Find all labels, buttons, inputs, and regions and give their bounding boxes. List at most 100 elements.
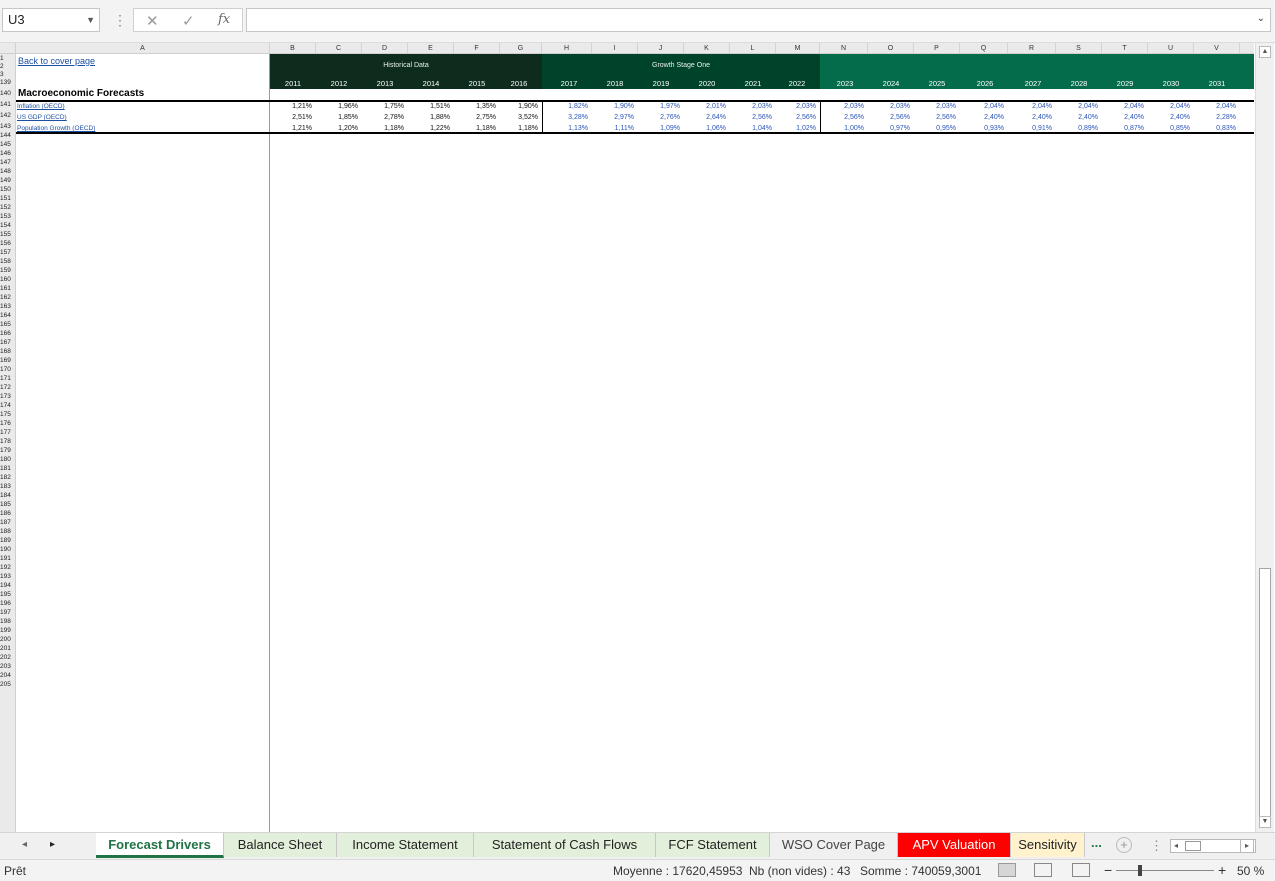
name-box[interactable]: U3 ▼ — [2, 8, 100, 32]
column-header-s[interactable]: S — [1056, 43, 1102, 53]
row-header[interactable]: 196 — [0, 599, 15, 608]
data-cell[interactable]: 0,95% — [916, 125, 956, 132]
column-header-a[interactable]: A — [16, 43, 270, 53]
row-header[interactable]: 157 — [0, 248, 15, 257]
row-header[interactable]: 168 — [0, 347, 15, 356]
data-cell[interactable]: 1,11% — [594, 125, 634, 132]
data-cell[interactable]: 2,04% — [1196, 103, 1236, 110]
column-header-j[interactable]: J — [638, 43, 684, 53]
row-header[interactable]: 159 — [0, 266, 15, 275]
data-cell[interactable]: 1,09% — [640, 125, 680, 132]
row-header[interactable]: 178 — [0, 437, 15, 446]
data-cell[interactable]: 1,82% — [548, 103, 588, 110]
cancel-icon[interactable]: ✕ — [146, 12, 159, 30]
row-header[interactable]: 186 — [0, 509, 15, 518]
row-header[interactable]: 171 — [0, 374, 15, 383]
data-cell[interactable]: 1,18% — [456, 125, 496, 132]
column-header-r[interactable]: R — [1008, 43, 1056, 53]
data-cell[interactable]: 1,75% — [364, 103, 404, 110]
sheet-tab-statement-of-cash-flows[interactable]: Statement of Cash Flows — [474, 833, 656, 857]
row-header[interactable]: 191 — [0, 554, 15, 563]
data-cell[interactable]: 1,06% — [686, 125, 726, 132]
column-header-k[interactable]: K — [684, 43, 730, 53]
column-header-b[interactable]: B — [270, 43, 316, 53]
data-cell[interactable]: 1,21% — [272, 103, 312, 110]
data-cell[interactable]: 2,04% — [964, 103, 1004, 110]
row-header[interactable]: 160 — [0, 275, 15, 284]
row-header[interactable]: 192 — [0, 563, 15, 572]
column-header-o[interactable]: O — [868, 43, 914, 53]
row-header[interactable]: 203 — [0, 662, 15, 671]
data-cell[interactable]: 1,88% — [410, 114, 450, 121]
column-header-q[interactable]: Q — [960, 43, 1008, 53]
row-header[interactable]: 201 — [0, 644, 15, 653]
data-cell[interactable]: 1,04% — [732, 125, 772, 132]
normal-view-icon[interactable] — [998, 863, 1016, 877]
zoom-out-button[interactable]: − — [1104, 862, 1112, 878]
add-sheet-icon[interactable]: + — [1116, 837, 1132, 853]
row-label-link[interactable]: US GDP (OECD) — [17, 114, 67, 121]
data-cell[interactable]: 1,20% — [318, 125, 358, 132]
row-header[interactable]: 153 — [0, 212, 15, 221]
data-cell[interactable]: 2,78% — [364, 114, 404, 121]
data-cell[interactable]: 0,91% — [1012, 125, 1052, 132]
more-tabs-button[interactable]: ... — [1091, 835, 1102, 850]
column-header-e[interactable]: E — [408, 43, 454, 53]
row-header[interactable]: 164 — [0, 311, 15, 320]
row-header[interactable]: 185 — [0, 500, 15, 509]
row-header[interactable]: 184 — [0, 491, 15, 500]
sheet-tab-wso-cover-page[interactable]: WSO Cover Page — [770, 833, 898, 857]
tab-scroll-right-icon[interactable]: ▸ — [50, 839, 55, 850]
row-header[interactable]: 150 — [0, 185, 15, 194]
row-header[interactable]: 152 — [0, 203, 15, 212]
row-header[interactable]: 174 — [0, 401, 15, 410]
row-header[interactable]: 181 — [0, 464, 15, 473]
data-cell[interactable]: 1,21% — [272, 125, 312, 132]
sheet-tab-balance-sheet[interactable]: Balance Sheet — [224, 833, 337, 857]
row-header[interactable]: 149 — [0, 176, 15, 185]
data-cell[interactable]: 1,96% — [318, 103, 358, 110]
data-cell[interactable]: 0,85% — [1150, 125, 1190, 132]
column-header-i[interactable]: I — [592, 43, 638, 53]
row-header[interactable]: 173 — [0, 392, 15, 401]
row-header[interactable]: 198 — [0, 617, 15, 626]
data-cell[interactable]: 2,04% — [1150, 103, 1190, 110]
row-header[interactable]: 167 — [0, 338, 15, 347]
row-label-link[interactable]: Population Growth (OECD) — [17, 125, 95, 132]
row-header[interactable]: 165 — [0, 320, 15, 329]
row-header[interactable]: 182 — [0, 473, 15, 482]
row-header[interactable]: 166 — [0, 329, 15, 338]
column-header-m[interactable]: M — [776, 43, 820, 53]
zoom-slider-thumb[interactable] — [1138, 865, 1142, 876]
column-header-l[interactable]: L — [730, 43, 776, 53]
tab-scroll-left-icon[interactable]: ◂ — [22, 839, 27, 850]
row-header[interactable]: 188 — [0, 527, 15, 536]
page-break-view-icon[interactable] — [1072, 863, 1090, 877]
row-header[interactable]: 175 — [0, 410, 15, 419]
data-cell[interactable]: 2,03% — [824, 103, 864, 110]
column-header-v[interactable]: V — [1194, 43, 1240, 53]
data-cell[interactable]: 2,04% — [1012, 103, 1052, 110]
data-cell[interactable]: 1,18% — [364, 125, 404, 132]
data-cell[interactable]: 1,90% — [498, 103, 538, 110]
sheet-tab-fcf-statement[interactable]: FCF Statement — [656, 833, 770, 857]
data-cell[interactable]: 0,93% — [964, 125, 1004, 132]
row-header[interactable]: 151 — [0, 194, 15, 203]
column-header-p[interactable]: P — [914, 43, 960, 53]
row-header[interactable]: 200 — [0, 635, 15, 644]
data-cell[interactable]: 2,56% — [732, 114, 772, 121]
row-header[interactable]: 156 — [0, 239, 15, 248]
select-all-corner[interactable] — [0, 43, 16, 54]
zoom-in-button[interactable]: + — [1218, 862, 1226, 878]
column-header-d[interactable]: D — [362, 43, 408, 53]
data-cell[interactable]: 1,02% — [776, 125, 816, 132]
data-cell[interactable]: 2,04% — [1104, 103, 1144, 110]
row-header[interactable]: 155 — [0, 230, 15, 239]
row-header[interactable]: 194 — [0, 581, 15, 590]
row-header[interactable]: 187 — [0, 518, 15, 527]
column-header-c[interactable]: C — [316, 43, 362, 53]
data-cell[interactable]: 1,90% — [594, 103, 634, 110]
data-cell[interactable]: 0,87% — [1104, 125, 1144, 132]
sheet-tab-income-statement[interactable]: Income Statement — [337, 833, 474, 857]
row-header[interactable]: 183 — [0, 482, 15, 491]
